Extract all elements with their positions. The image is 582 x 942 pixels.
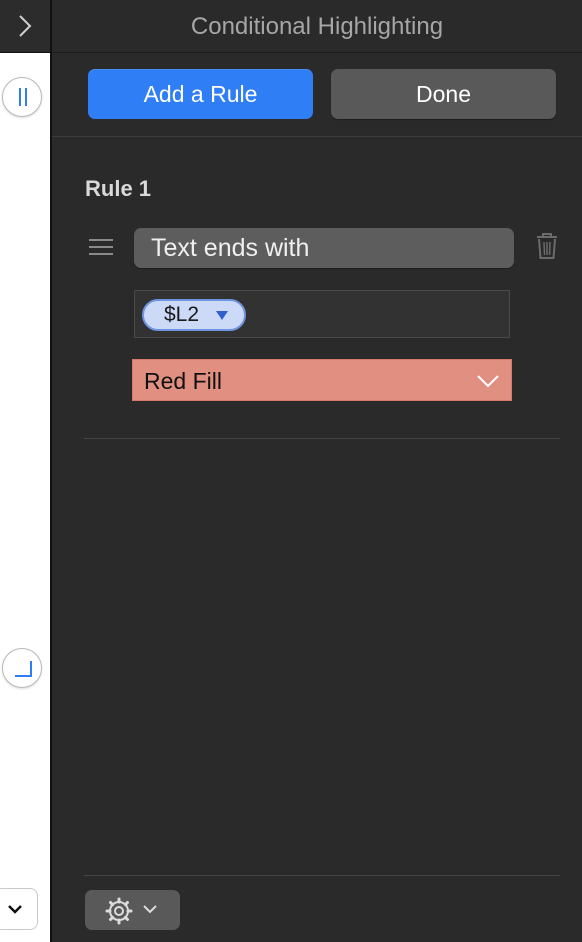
cell-menu-dropdown[interactable] xyxy=(0,888,38,930)
highlight-style-select[interactable]: Red Fill xyxy=(132,359,512,401)
pause-handle-icon xyxy=(19,88,27,106)
gear-icon xyxy=(105,897,133,925)
selection-handle-bottom[interactable] xyxy=(2,648,42,688)
conditional-highlighting-panel: Conditional Highlighting Add a Rule Done… xyxy=(52,0,582,942)
style-label: Red Fill xyxy=(144,368,222,394)
sidebar-toggle-button[interactable] xyxy=(0,0,50,53)
divider xyxy=(52,136,582,137)
done-button[interactable]: Done xyxy=(331,69,556,119)
column-handle-top[interactable] xyxy=(2,77,42,117)
value-field[interactable]: $L2 xyxy=(134,290,510,338)
actions-menu-button[interactable] xyxy=(85,890,180,930)
token-label: $L2 xyxy=(164,303,200,326)
triangle-down-icon xyxy=(216,311,228,320)
condition-select[interactable]: Text ends with xyxy=(134,228,514,268)
spreadsheet-edge xyxy=(0,0,52,942)
corner-handle-icon xyxy=(15,661,32,677)
divider xyxy=(84,875,560,876)
panel-title: Conditional Highlighting xyxy=(52,0,582,53)
chevron-down-icon xyxy=(477,375,499,388)
cell-reference-token[interactable]: $L2 xyxy=(142,299,246,331)
divider xyxy=(84,438,560,439)
add-rule-button[interactable]: Add a Rule xyxy=(88,69,313,119)
drag-handle-icon[interactable] xyxy=(88,238,114,256)
chevron-down-icon xyxy=(143,905,157,914)
trash-icon[interactable] xyxy=(535,232,559,260)
chevron-right-icon xyxy=(19,15,32,37)
chevron-down-icon xyxy=(8,905,22,914)
rule-label: Rule 1 xyxy=(85,176,152,201)
